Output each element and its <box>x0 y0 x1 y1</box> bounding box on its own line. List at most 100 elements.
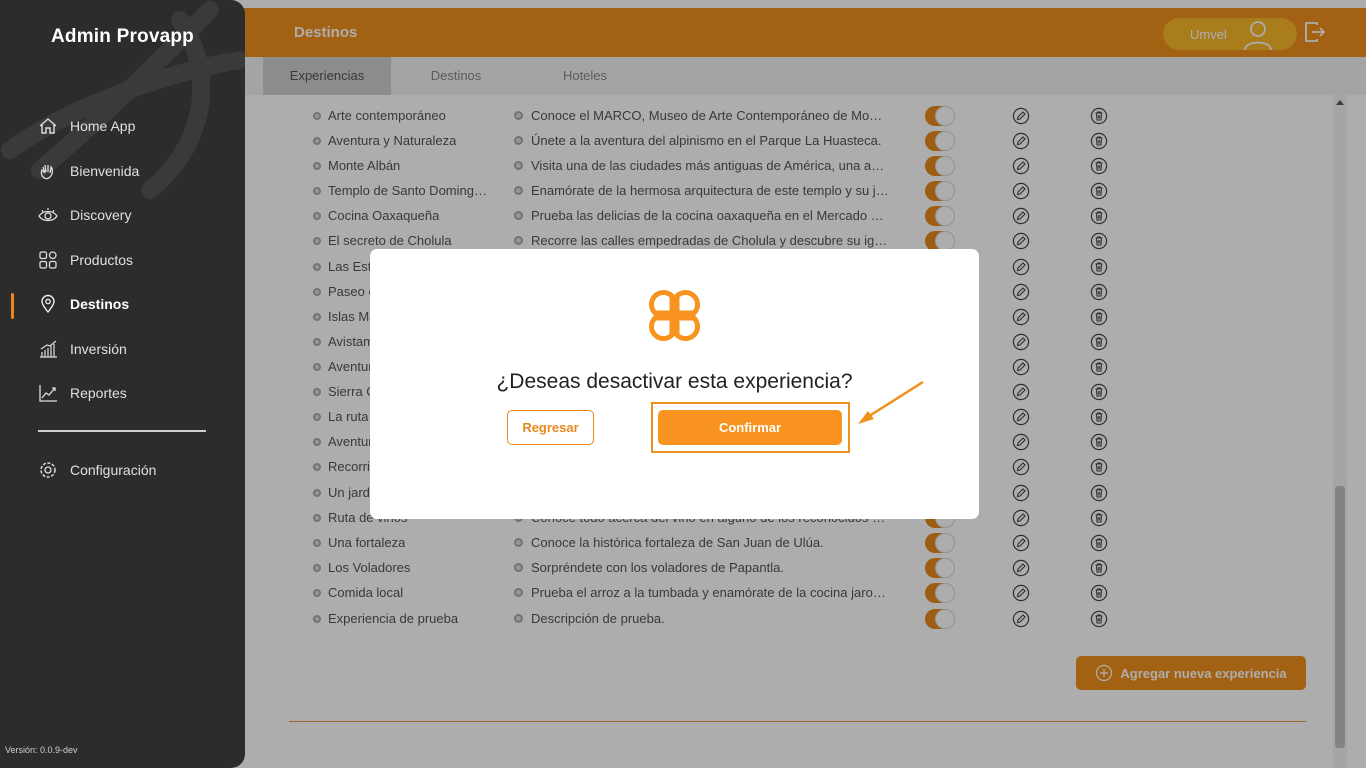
edit-pencil-icon[interactable] <box>1012 157 1030 175</box>
active-toggle[interactable] <box>925 206 955 226</box>
tab-destinos[interactable]: Destinos <box>406 57 506 95</box>
user-menu[interactable]: Umvel <box>1163 18 1297 51</box>
active-toggle[interactable] <box>925 533 955 553</box>
delete-trash-icon[interactable] <box>1090 308 1108 326</box>
sidebar-item-destinos[interactable]: Destinos <box>38 291 129 317</box>
edit-pencil-icon[interactable] <box>1012 283 1030 301</box>
delete-trash-icon[interactable] <box>1090 559 1108 577</box>
bullet-icon <box>514 588 523 597</box>
delete-trash-icon[interactable] <box>1090 157 1108 175</box>
edit-pencil-icon[interactable] <box>1012 258 1030 276</box>
scrollbar-thumb[interactable] <box>1335 486 1345 748</box>
edit-pencil-icon[interactable] <box>1012 584 1030 602</box>
active-toggle[interactable] <box>925 181 955 201</box>
edit-pencil-icon[interactable] <box>1012 383 1030 401</box>
delete-trash-icon[interactable] <box>1090 107 1108 125</box>
bullet-icon <box>313 362 321 371</box>
edit-pencil-icon[interactable] <box>1012 559 1030 577</box>
experience-description-cell: Conoce la histórica fortaleza de San Jua… <box>514 535 889 550</box>
edit-pencil-icon[interactable] <box>1012 534 1030 552</box>
active-toggle[interactable] <box>925 583 955 603</box>
experience-description: Conoce la histórica fortaleza de San Jua… <box>531 535 824 550</box>
scroll-up-arrow-icon[interactable] <box>1336 100 1344 105</box>
experience-description-cell: Enamórate de la hermosa arquitectura de … <box>514 183 889 198</box>
sidebar-item-discovery[interactable]: Discovery <box>38 202 131 228</box>
bullet-icon <box>514 136 523 145</box>
experience-name: Un jardí <box>328 485 374 500</box>
delete-trash-icon[interactable] <box>1090 584 1108 602</box>
delete-trash-icon[interactable] <box>1090 484 1108 502</box>
back-button[interactable]: Regresar <box>507 410 594 445</box>
line-chart-icon <box>39 385 57 402</box>
app-title: Admin Provapp <box>50 26 194 47</box>
tab-experiencias[interactable]: Experiencias <box>263 57 391 95</box>
app-version: Versión: 0.0.9-dev <box>5 745 78 755</box>
grid-icon <box>39 251 57 269</box>
experience-description: Prueba el arroz a la tumbada y enamórate… <box>531 585 889 600</box>
sidebar-item-configuracion[interactable]: Configuración <box>38 457 156 483</box>
sidebar-item-inversion[interactable]: Inversión <box>38 336 127 362</box>
active-toggle[interactable] <box>925 609 955 629</box>
edit-pencil-icon[interactable] <box>1012 509 1030 527</box>
experience-name: Experiencia de prueba <box>328 611 459 626</box>
experience-name: Una fortaleza <box>328 535 406 550</box>
active-toggle[interactable] <box>925 231 955 251</box>
delete-trash-icon[interactable] <box>1090 207 1108 225</box>
bullet-icon <box>313 538 321 547</box>
delete-trash-icon[interactable] <box>1090 258 1108 276</box>
logout-icon[interactable] <box>1304 21 1326 43</box>
edit-pencil-icon[interactable] <box>1012 182 1030 200</box>
delete-trash-icon[interactable] <box>1090 182 1108 200</box>
edit-pencil-icon[interactable] <box>1012 207 1030 225</box>
edit-pencil-icon[interactable] <box>1012 610 1030 628</box>
sidebar-item-home-app[interactable]: Home App <box>38 113 135 139</box>
edit-pencil-icon[interactable] <box>1012 308 1030 326</box>
sidebar-item-label: Configuración <box>70 462 157 478</box>
sidebar-item-productos[interactable]: Productos <box>38 247 133 273</box>
experience-description-cell: Recorre las calles empedradas de Cholula… <box>514 233 889 248</box>
add-experience-button[interactable]: Agregar nueva experiencia <box>1076 656 1306 690</box>
experience-description: Recorre las calles empedradas de Cholula… <box>531 233 889 248</box>
bullet-icon <box>313 387 321 396</box>
edit-pencil-icon[interactable] <box>1012 458 1030 476</box>
delete-trash-icon[interactable] <box>1090 283 1108 301</box>
edit-pencil-icon[interactable] <box>1012 232 1030 250</box>
edit-pencil-icon[interactable] <box>1012 333 1030 351</box>
edit-pencil-icon[interactable] <box>1012 107 1030 125</box>
table-scrollbar[interactable] <box>1333 95 1347 768</box>
experience-description-cell: Conoce el MARCO, Museo de Arte Contempor… <box>514 108 889 123</box>
sidebar-item-label: Inversión <box>70 341 127 357</box>
delete-trash-icon[interactable] <box>1090 333 1108 351</box>
delete-trash-icon[interactable] <box>1090 610 1108 628</box>
sidebar-item-bienvenida[interactable]: Bienvenida <box>38 158 139 184</box>
delete-trash-icon[interactable] <box>1090 232 1108 250</box>
tab-hoteles[interactable]: Hoteles <box>535 57 635 95</box>
edit-pencil-icon[interactable] <box>1012 358 1030 376</box>
bullet-icon <box>313 111 321 120</box>
gear-icon <box>40 462 56 478</box>
sidebar-item-reportes[interactable]: Reportes <box>38 380 127 406</box>
bullet-icon <box>313 262 321 271</box>
delete-trash-icon[interactable] <box>1090 358 1108 376</box>
active-toggle[interactable] <box>925 156 955 176</box>
experience-name: Arte contemporáneo <box>328 108 446 123</box>
active-toggle[interactable] <box>925 106 955 126</box>
delete-trash-icon[interactable] <box>1090 408 1108 426</box>
active-toggle[interactable] <box>925 131 955 151</box>
edit-pencil-icon[interactable] <box>1012 484 1030 502</box>
bullet-icon <box>313 312 321 321</box>
delete-trash-icon[interactable] <box>1090 458 1108 476</box>
location-pin-icon <box>41 294 55 314</box>
edit-pencil-icon[interactable] <box>1012 433 1030 451</box>
confirm-button[interactable]: Confirmar <box>658 410 842 445</box>
edit-pencil-icon[interactable] <box>1012 408 1030 426</box>
experience-description: Conoce el MARCO, Museo de Arte Contempor… <box>531 108 889 123</box>
home-icon <box>39 118 57 134</box>
delete-trash-icon[interactable] <box>1090 534 1108 552</box>
delete-trash-icon[interactable] <box>1090 509 1108 527</box>
delete-trash-icon[interactable] <box>1090 433 1108 451</box>
edit-pencil-icon[interactable] <box>1012 132 1030 150</box>
active-toggle[interactable] <box>925 558 955 578</box>
delete-trash-icon[interactable] <box>1090 383 1108 401</box>
delete-trash-icon[interactable] <box>1090 132 1108 150</box>
